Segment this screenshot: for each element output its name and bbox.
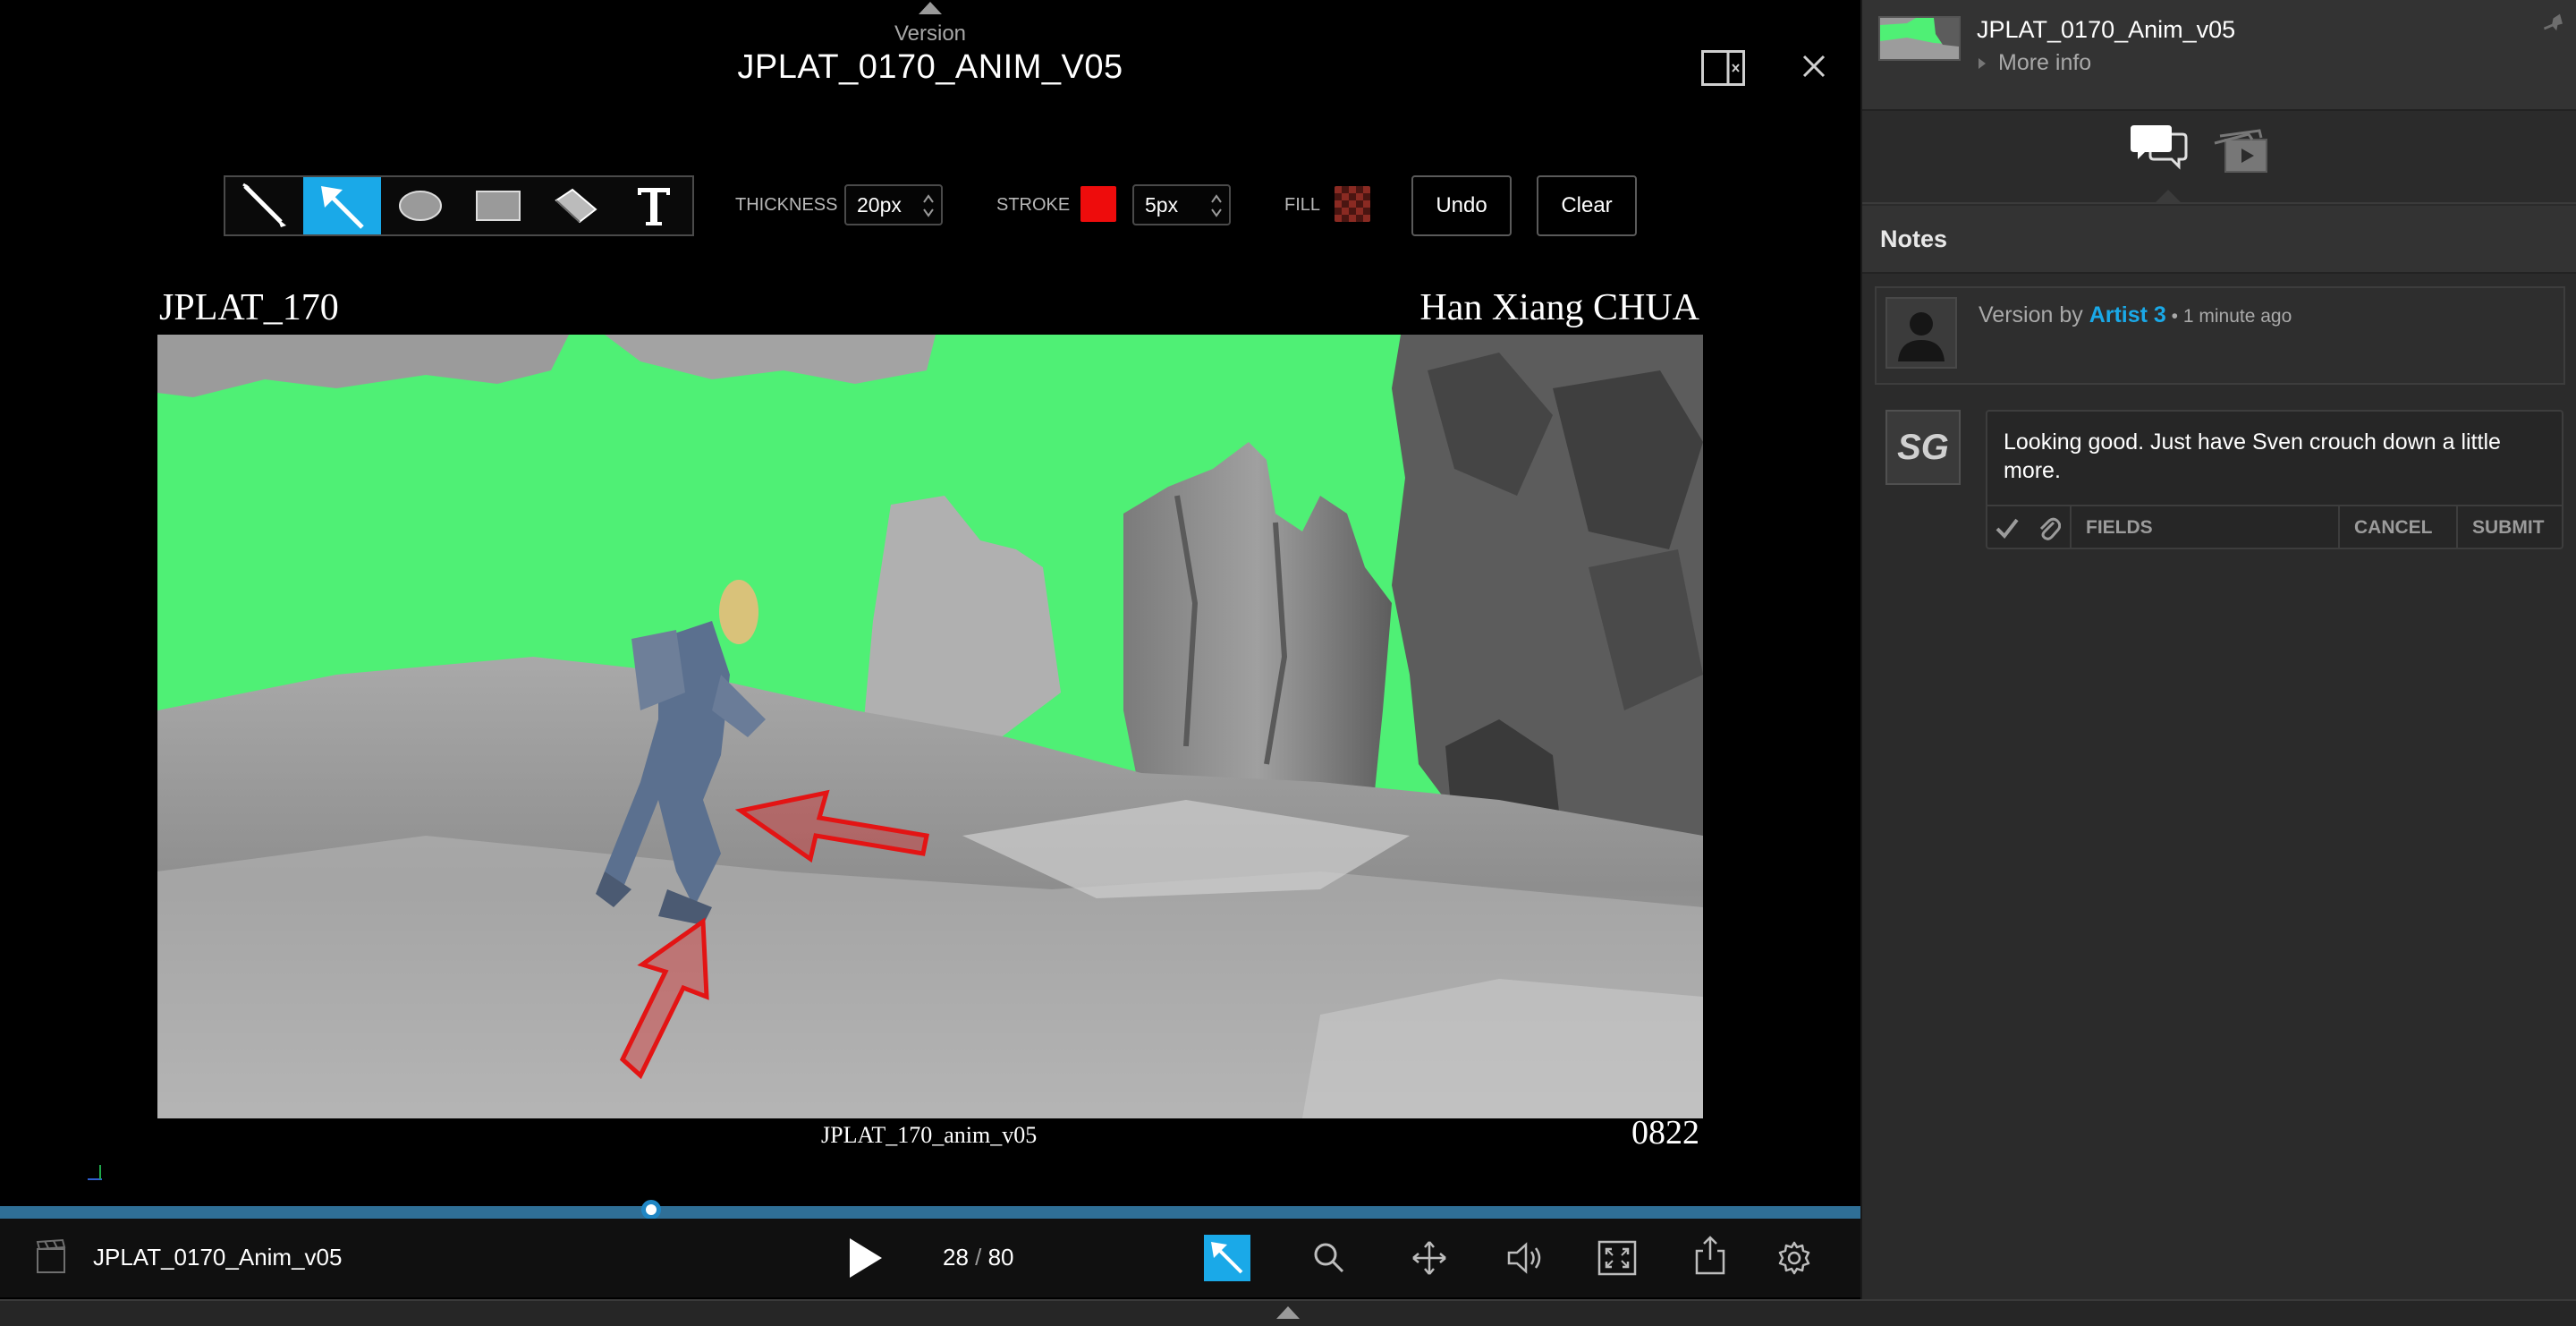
notes-header: Notes	[1862, 206, 2576, 274]
stroke-width-stepper[interactable]: 5px	[1132, 184, 1231, 225]
thickness-value: 20px	[857, 192, 902, 217]
more-info-label: More info	[1998, 50, 2092, 75]
text-tool-button[interactable]	[614, 177, 692, 234]
entity-header: JPLAT_0170_Anim_v05 More info	[1862, 0, 2576, 111]
active-tab-indicator	[2156, 190, 2181, 202]
thickness-label: THICKNESS	[735, 195, 838, 215]
activity-text: Version by Artist 3 • 1 minute ago	[1979, 302, 2292, 327]
entity-type-caption: Version	[894, 21, 967, 46]
timestamp: • 1 minute ago	[2165, 306, 2292, 327]
current-user-avatar: SG	[1885, 410, 1961, 485]
speech-bubbles-icon	[2131, 125, 2188, 170]
tab-notes[interactable]	[2131, 122, 2188, 174]
entity-title[interactable]: JPLAT_0170_Anim_v05	[1977, 16, 2235, 44]
current-frame: 28	[943, 1244, 969, 1271]
ellipse-tool-button[interactable]	[381, 177, 459, 234]
clear-button[interactable]: Clear	[1537, 175, 1637, 236]
text-tool-icon	[637, 188, 670, 225]
eraser-icon	[554, 188, 597, 224]
sidebar-tabs	[1862, 111, 2576, 204]
more-info-toggle[interactable]: More info	[1977, 50, 2091, 76]
play-icon	[850, 1238, 882, 1278]
activity-item: Version by Artist 3 • 1 minute ago	[1875, 286, 2565, 385]
thickness-stepper[interactable]: 20px	[844, 184, 943, 225]
frame-slate-counter: 0822	[1631, 1114, 1699, 1152]
tab-versions[interactable]	[2213, 127, 2268, 174]
user-link[interactable]: Artist 3	[2089, 302, 2166, 327]
page-title: JPLAT_0170_ANIM_V05	[737, 48, 1123, 86]
gear-icon	[1778, 1241, 1810, 1275]
clip-name: JPLAT_0170_Anim_v05	[93, 1244, 343, 1271]
arrow-icon	[320, 186, 364, 229]
settings-button[interactable]	[1776, 1240, 1812, 1276]
bottom-drawer-handle[interactable]	[0, 1299, 2576, 1326]
arrow-tool-button[interactable]	[303, 177, 381, 234]
submit-button[interactable]: SUBMIT	[2472, 517, 2545, 539]
stroke-width-value: 5px	[1145, 192, 1179, 217]
close-icon[interactable]	[1801, 54, 1826, 79]
ellipse-icon	[398, 191, 442, 221]
stepper-arrows-icon[interactable]	[921, 191, 936, 220]
share-button[interactable]	[1694, 1235, 1726, 1276]
media-viewer: Version JPLAT_0170_ANIM_V05 THICKNESS 20…	[0, 0, 1860, 1326]
play-button[interactable]	[848, 1237, 884, 1279]
frame-slate-version: JPLAT_170_anim_v05	[821, 1122, 1038, 1148]
eraser-tool-button[interactable]	[537, 177, 614, 234]
fill-label: FILL	[1284, 195, 1321, 215]
version-thumbnail[interactable]	[1878, 16, 1961, 61]
fit-frame-button[interactable]	[1597, 1240, 1637, 1276]
move-icon	[1412, 1241, 1446, 1275]
total-frames: 80	[987, 1244, 1014, 1271]
note-input[interactable]: Looking good. Just have Sven crouch down…	[2004, 428, 2540, 485]
rectangle-tool-button[interactable]	[459, 177, 537, 234]
player-controls: JPLAT_0170_Anim_v05 28 / 80	[0, 1219, 1860, 1297]
zoom-button[interactable]	[1313, 1242, 1345, 1274]
annotate-toggle-button[interactable]	[1204, 1235, 1250, 1281]
clapperboard-icon	[36, 1238, 66, 1274]
stroke-color-swatch[interactable]	[1080, 186, 1116, 222]
timeline-scrubber[interactable]	[0, 1206, 1860, 1219]
pen-tool-button[interactable]	[225, 177, 303, 234]
undo-button[interactable]: Undo	[1411, 175, 1512, 236]
avatar	[1885, 297, 1957, 369]
volume-button[interactable]	[1506, 1240, 1546, 1276]
rectangle-icon	[475, 191, 521, 221]
speaker-icon	[1507, 1242, 1541, 1274]
checkmark-icon[interactable]	[1995, 515, 2020, 540]
playhead-handle[interactable]	[641, 1200, 661, 1220]
expand-up-icon[interactable]	[1276, 1306, 1300, 1319]
attachment-icon[interactable]	[2038, 515, 2061, 540]
pan-button[interactable]	[1411, 1240, 1447, 1276]
user-silhouette-icon	[1898, 312, 1945, 361]
details-sidebar: JPLAT_0170_Anim_v05 More info Notes Vers…	[1860, 0, 2576, 1299]
note-actions: FIELDS CANCEL SUBMIT	[1986, 505, 2563, 549]
frame-slate-shot: JPLAT_170	[159, 287, 339, 328]
media-stack-icon	[2214, 129, 2267, 173]
stepper-arrows-icon[interactable]	[1209, 191, 1224, 220]
cancel-button[interactable]: CANCEL	[2354, 517, 2433, 539]
share-icon	[1695, 1236, 1725, 1275]
fields-button[interactable]: FIELDS	[2086, 517, 2153, 539]
fullscreen-icon	[1597, 1240, 1637, 1276]
pin-icon[interactable]	[2544, 11, 2565, 36]
caret-right-icon	[1979, 57, 1986, 69]
pen-icon	[242, 183, 286, 227]
axis-gizmo-icon	[84, 1161, 106, 1183]
drawing-tools	[224, 175, 694, 236]
notes-heading: Notes	[1880, 225, 1948, 252]
popout-icon[interactable]	[1701, 50, 1746, 86]
frame-slate-artist: Han Xiang CHUA	[1419, 287, 1699, 328]
fill-color-swatch[interactable]	[1335, 186, 1370, 222]
search-icon	[1314, 1243, 1344, 1273]
collapse-up-icon[interactable]	[919, 2, 942, 14]
frame-counter: 28 / 80	[943, 1244, 1014, 1271]
stroke-label: STROKE	[996, 195, 1071, 215]
video-frame[interactable]	[157, 335, 1703, 1118]
arrow-icon	[1211, 1242, 1243, 1274]
